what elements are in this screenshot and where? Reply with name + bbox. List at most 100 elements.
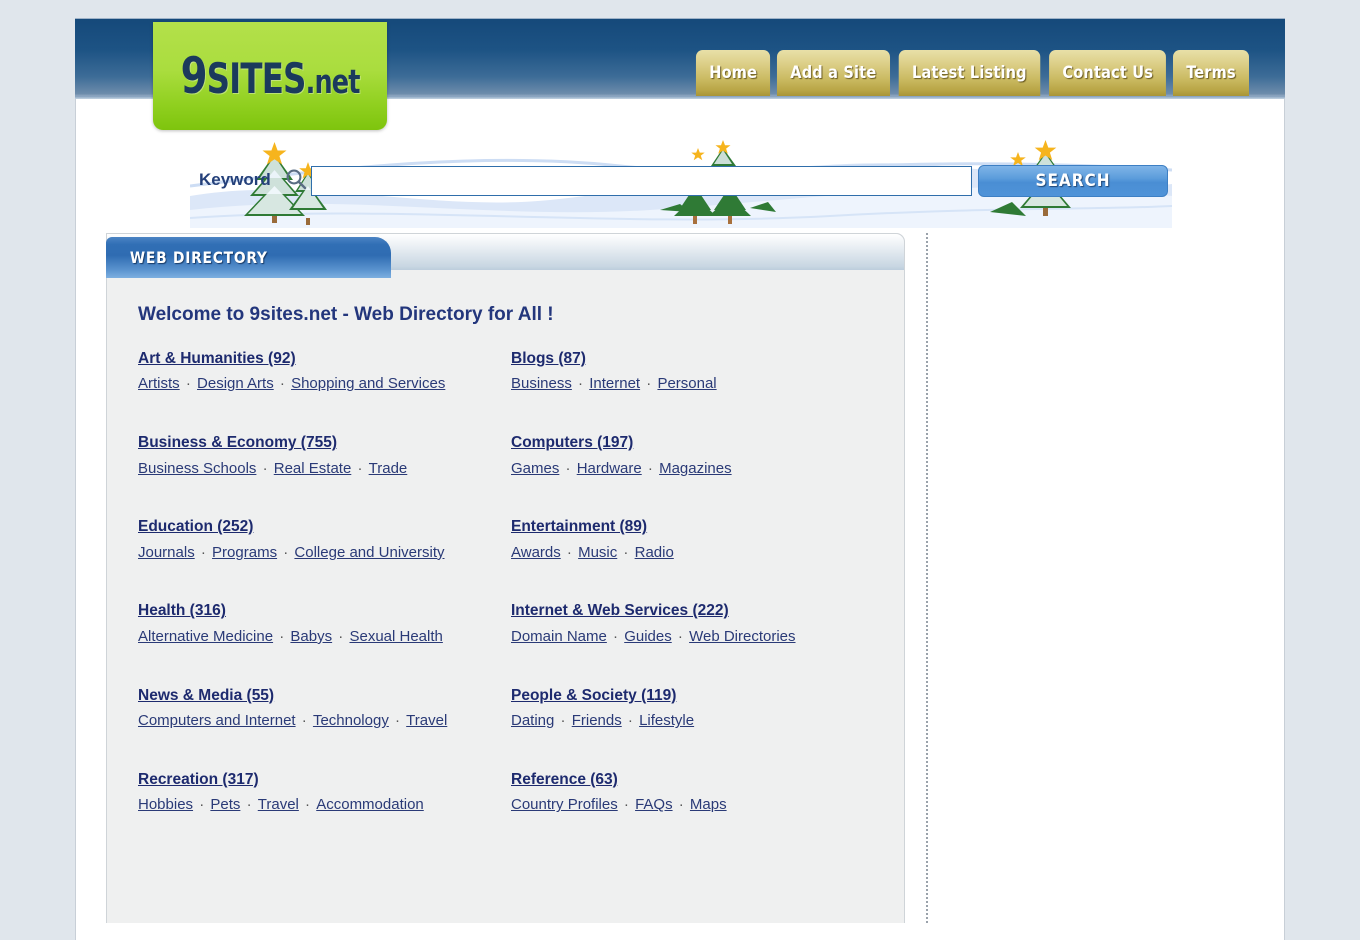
page-title: Welcome to 9sites.net - Web Directory fo… (138, 304, 904, 326)
subcategory-separator: · (618, 796, 635, 813)
category-title-link[interactable]: Computers (197) (511, 432, 878, 454)
subcategory-link[interactable]: Hardware (577, 460, 642, 477)
subcategory-separator: · (559, 460, 576, 477)
subcategory-link[interactable]: Business Schools (138, 460, 256, 477)
vertical-dotted-divider (926, 233, 928, 923)
subcategory-link[interactable]: Alternative Medicine (138, 628, 273, 645)
main-navigation: Home Add a Site Latest Listing Contact U… (694, 50, 1252, 96)
subcategory-link[interactable]: Travel (258, 796, 299, 813)
subcategory-separator: · (256, 460, 273, 477)
category-cell: Entertainment (89)Awards · Music · Radio (511, 516, 878, 600)
category-title-link[interactable]: Art & Humanities (92) (138, 348, 511, 370)
subcategory-list: Dating · Friends · Lifestyle (511, 709, 878, 733)
subcategory-separator: · (672, 628, 689, 645)
subcategory-link[interactable]: Hobbies (138, 796, 193, 813)
category-cell: News & Media (55)Computers and Internet … (138, 685, 511, 769)
subcategory-list: Business · Internet · Personal (511, 372, 878, 396)
subcategory-link[interactable]: Friends (572, 712, 622, 729)
subcategory-link[interactable]: Games (511, 460, 559, 477)
subcategory-link[interactable]: Shopping and Services (291, 375, 445, 392)
category-title-link[interactable]: Business & Economy (755) (138, 432, 511, 454)
category-title-link[interactable]: Reference (63) (511, 769, 878, 791)
subcategory-link[interactable]: FAQs (635, 796, 673, 813)
panel-tab-web-directory[interactable]: WEB DIRECTORY (106, 237, 391, 278)
subcategory-list: Games · Hardware · Magazines (511, 457, 878, 481)
category-cell: People & Society (119)Dating · Friends ·… (511, 685, 878, 769)
panel-tab-label: WEB DIRECTORY (130, 248, 268, 267)
category-grid: Art & Humanities (92)Artists · Design Ar… (138, 348, 878, 853)
keyword-label: Keyword (199, 170, 271, 190)
logo-nine: 9 (180, 47, 206, 105)
subcategory-link[interactable]: Computers and Internet (138, 712, 296, 729)
panel-body: Welcome to 9sites.net - Web Directory fo… (107, 278, 904, 923)
subcategory-link[interactable]: Awards (511, 544, 561, 561)
subcategory-list: Hobbies · Pets · Travel · Accommodation (138, 793, 511, 817)
category-cell: Education (252) Journals · Programs · Col… (138, 516, 511, 600)
category-title-link[interactable]: People & Society (119) (511, 685, 878, 707)
logo-sites: SITES (207, 54, 306, 103)
subcategory-separator: · (622, 712, 639, 729)
subcategory-link[interactable]: Dating (511, 712, 554, 729)
subcategory-separator: · (195, 544, 212, 561)
category-title-link[interactable]: Health (316) (138, 600, 511, 622)
subcategory-separator: · (332, 628, 349, 645)
subcategory-link[interactable]: Business (511, 375, 572, 392)
subcategory-link[interactable]: Lifestyle (639, 712, 694, 729)
subcategory-separator: · (673, 796, 690, 813)
subcategory-link[interactable]: Maps (690, 796, 727, 813)
subcategory-link[interactable]: Music (578, 544, 617, 561)
subcategory-link[interactable]: Accommodation (316, 796, 424, 813)
subcategory-link[interactable]: Artists (138, 375, 180, 392)
subcategory-link[interactable]: Journals (138, 544, 195, 561)
subcategory-list: Artists · Design Arts · Shopping and Ser… (138, 372, 511, 396)
subcategory-separator: · (277, 544, 294, 561)
subcategory-link[interactable]: Sexual Health (349, 628, 442, 645)
nav-item-home[interactable]: Home (696, 50, 771, 96)
subcategory-link[interactable]: Internet (589, 375, 640, 392)
category-title-link[interactable]: Blogs (87) (511, 348, 878, 370)
subcategory-list: Country Profiles · FAQs · Maps (511, 793, 878, 817)
category-cell: Computers (197) Games · Hardware · Magazi… (511, 432, 878, 516)
subcategory-link[interactable]: Trade (369, 460, 408, 477)
subcategory-link[interactable]: Guides (624, 628, 672, 645)
site-logo[interactable]: 9SITES.net (153, 22, 387, 130)
category-title-link[interactable]: News & Media (55) (138, 685, 511, 707)
subcategory-separator: · (554, 712, 571, 729)
subcategory-link[interactable]: Programs (212, 544, 277, 561)
category-cell: Reference (63)Country Profiles · FAQs · … (511, 769, 878, 853)
subcategory-separator: · (273, 628, 290, 645)
nav-item-add-a-site[interactable]: Add a Site (777, 50, 890, 96)
category-title-link[interactable]: Entertainment (89) (511, 516, 878, 538)
subcategory-separator: · (351, 460, 368, 477)
subcategory-separator: · (642, 460, 659, 477)
category-title-link[interactable]: Education (252) (138, 516, 511, 538)
subcategory-link[interactable]: Real Estate (274, 460, 352, 477)
nav-item-latest-listing[interactable]: Latest Listing (899, 50, 1040, 96)
subcategory-link[interactable]: Babys (290, 628, 332, 645)
subcategory-link[interactable]: Personal (657, 375, 716, 392)
subcategory-link[interactable]: Magazines (659, 460, 732, 477)
subcategory-link[interactable]: Technology (313, 712, 389, 729)
subcategory-separator: · (193, 796, 210, 813)
search-button[interactable]: SEARCH (978, 165, 1168, 197)
category-title-link[interactable]: Recreation (317) (138, 769, 511, 791)
nav-item-contact-us[interactable]: Contact Us (1049, 50, 1166, 96)
subcategory-link[interactable]: Design Arts (197, 375, 274, 392)
subcategory-link[interactable]: Radio (635, 544, 674, 561)
subcategory-separator: · (572, 375, 589, 392)
subcategory-link[interactable]: Domain Name (511, 628, 607, 645)
nav-item-terms[interactable]: Terms (1173, 50, 1249, 96)
subcategory-separator: · (617, 544, 634, 561)
subcategory-link[interactable]: Web Directories (689, 628, 795, 645)
subcategory-separator: · (607, 628, 624, 645)
subcategory-list: Domain Name · Guides · Web Directories (511, 625, 878, 649)
subcategory-list: Business Schools · Real Estate · Trade (138, 457, 511, 481)
subcategory-link[interactable]: Travel (406, 712, 447, 729)
subcategory-link[interactable]: Country Profiles (511, 796, 618, 813)
subcategory-link[interactable]: Pets (210, 796, 240, 813)
subcategory-link[interactable]: College and University (294, 544, 444, 561)
site-logo-text: 9SITES.net (180, 47, 359, 105)
search-input[interactable] (311, 166, 972, 196)
category-title-link[interactable]: Internet & Web Services (222) (511, 600, 878, 622)
subcategory-separator: · (389, 712, 406, 729)
